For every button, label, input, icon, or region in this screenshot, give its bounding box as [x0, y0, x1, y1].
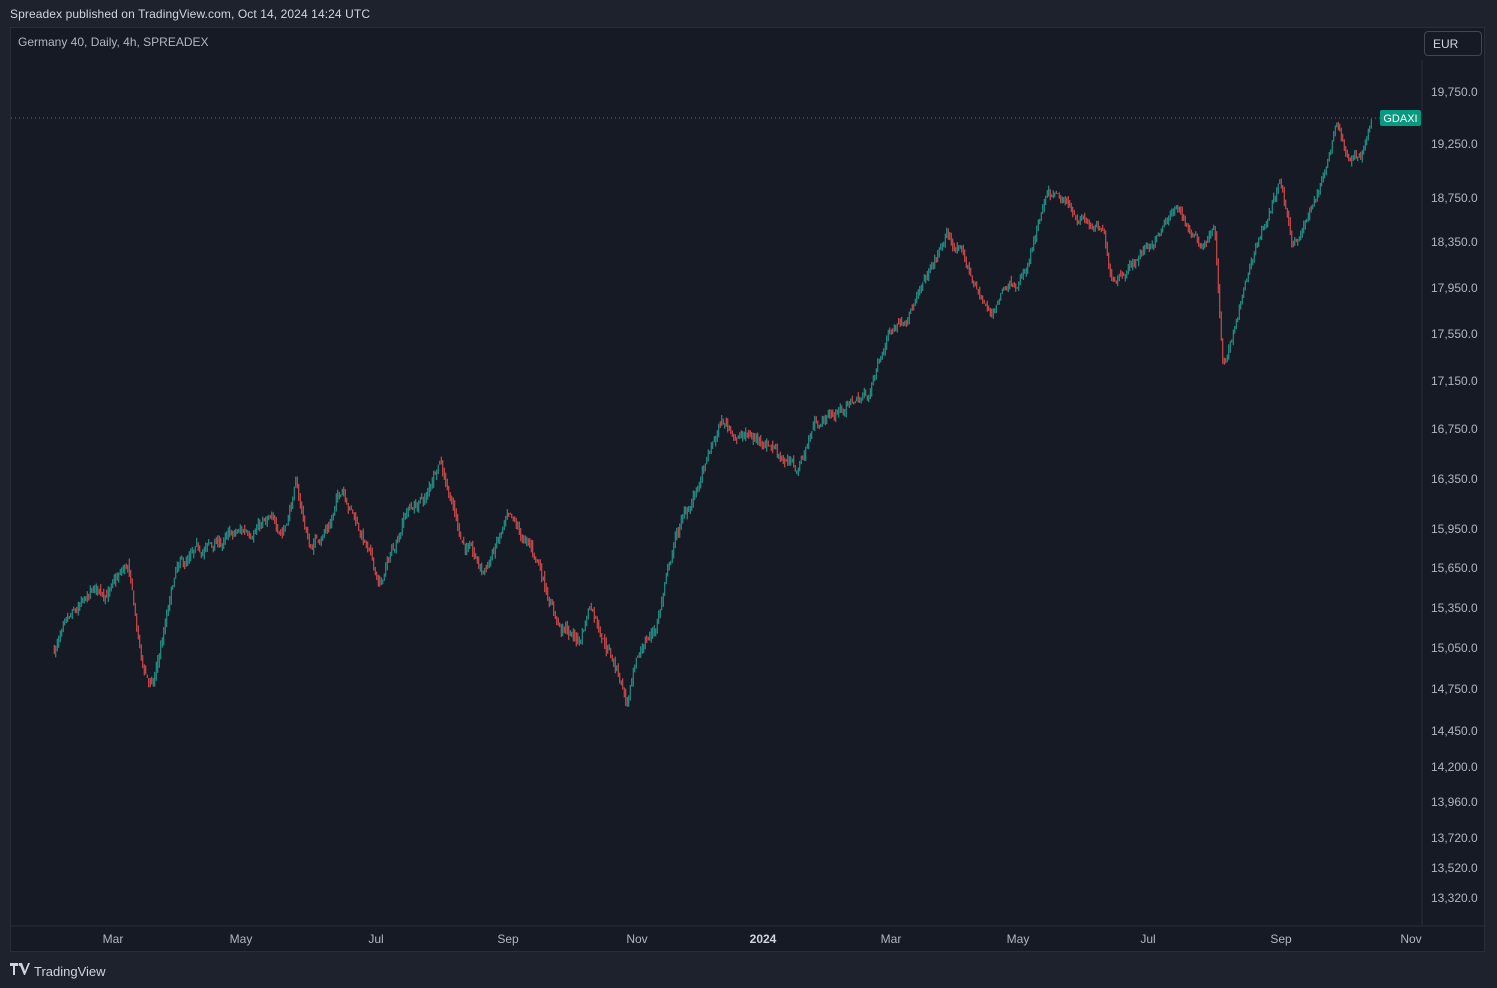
- y-axis-tick-label: 16,750.0: [1431, 422, 1478, 436]
- y-axis-tick-label: 15,050.0: [1431, 641, 1478, 655]
- y-axis-tick-label: 14,750.0: [1431, 682, 1478, 696]
- y-axis-tick-label: 18,350.0: [1431, 235, 1478, 249]
- x-axis-tick-label: May: [1007, 932, 1030, 946]
- y-axis-tick-label: 19,250.0: [1431, 137, 1478, 151]
- y-axis-tick-label: 14,450.0: [1431, 724, 1478, 738]
- x-axis-tick-label: Mar: [881, 932, 902, 946]
- x-axis-tick-label: Mar: [103, 932, 124, 946]
- tradingview-wordmark: TradingView: [34, 963, 106, 979]
- y-axis-tick-label: 15,950.0: [1431, 522, 1478, 536]
- y-axis-tick-label: 17,150.0: [1431, 374, 1478, 388]
- y-axis-tick-label: 13,520.0: [1431, 861, 1478, 875]
- candles-group: [53, 119, 1372, 707]
- x-axis-tick-label: Jul: [1140, 932, 1155, 946]
- x-axis-tick-label: Nov: [626, 932, 647, 946]
- symbol-description: Germany 40, Daily, 4h, SPREADEX: [18, 35, 209, 49]
- y-axis-tick-label: 13,960.0: [1431, 795, 1478, 809]
- y-axis-tick-label: 18,750.0: [1431, 191, 1478, 205]
- y-axis-tick-label: 17,550.0: [1431, 327, 1478, 341]
- x-axis-tick-label: Sep: [1270, 932, 1292, 946]
- y-axis-tick-label: 19,750.0: [1431, 85, 1478, 99]
- x-axis-tick-label: May: [230, 932, 253, 946]
- y-axis-tick-label: 15,650.0: [1431, 561, 1478, 575]
- ticker-badge-label: GDAXI: [1383, 113, 1417, 125]
- currency-selector-button[interactable]: EUR: [1424, 31, 1482, 56]
- y-axis-tick-label: 15,350.0: [1431, 601, 1478, 615]
- y-axis-tick-label: 13,320.0: [1431, 891, 1478, 905]
- x-axis-tick-label: Nov: [1400, 932, 1421, 946]
- y-axis-tick-label: 16,350.0: [1431, 472, 1478, 486]
- candlestick-chart[interactable]: 19,750.0 19,250.0 18,750.0 18,350.0 17,950.0…: [0, 0, 1497, 988]
- tradingview-branding[interactable]: TradingView: [10, 962, 106, 980]
- y-axis-tick-label: 17,950.0: [1431, 281, 1478, 295]
- x-axis-tick-label: Jul: [368, 932, 383, 946]
- y-axis-tick-label: 13,720.0: [1431, 831, 1478, 845]
- y-axis-tick-label: 14,200.0: [1431, 760, 1478, 774]
- x-axis-tick-label: Sep: [497, 932, 519, 946]
- x-axis-tick-label: 2024: [750, 932, 777, 946]
- tradingview-logo-icon: [10, 962, 30, 980]
